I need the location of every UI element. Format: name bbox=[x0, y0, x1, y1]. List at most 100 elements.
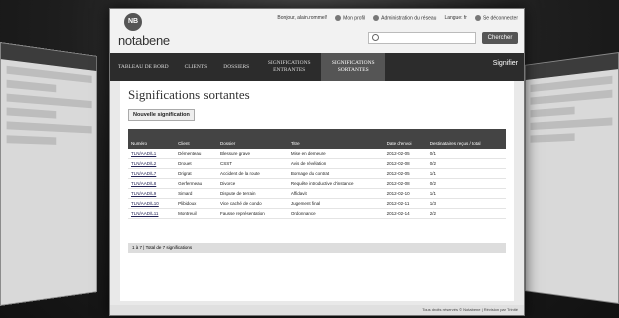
admin-link-label: Administration du réseau bbox=[381, 15, 437, 22]
language-select[interactable]: Langue: fr bbox=[444, 15, 467, 21]
column-header[interactable]: Date d'envoi bbox=[383, 129, 427, 149]
nav-significations-entrantes[interactable]: SIGNIFICATIONS ENTRANTES bbox=[257, 53, 321, 81]
table-row[interactable]: TLN/AAD/L8 Gerfermeau Divorce Requête in… bbox=[128, 178, 506, 189]
nav-tableau-de-bord[interactable]: TABLEAU DE BORD bbox=[110, 53, 177, 81]
row-titre: Mise en demeure bbox=[287, 149, 384, 159]
left-screen-row bbox=[6, 93, 92, 109]
left-screen-row bbox=[6, 121, 92, 134]
page-title: Significations sortantes bbox=[128, 87, 250, 102]
row-titre: Requête introductive d'instance bbox=[287, 178, 384, 189]
row-titre: Affidavit bbox=[287, 188, 384, 199]
right-screen-row bbox=[530, 89, 613, 105]
row-recipients: 0/2 bbox=[426, 158, 506, 169]
search-icon bbox=[372, 34, 379, 41]
significations-table: Numéro Client Dossier Titre Date d'envoi… bbox=[128, 129, 506, 219]
row-titre: Bornage du contrat bbox=[287, 168, 384, 179]
table-row[interactable]: TLN/AAD/L1 Démenteau Blessure grave Mise… bbox=[128, 149, 506, 159]
logo-text: notabene bbox=[118, 33, 170, 48]
row-titre: Avis de révélation bbox=[287, 158, 384, 169]
admin-link[interactable]: Administration du réseau bbox=[373, 15, 436, 21]
logout-link[interactable]: Se déconnecter bbox=[474, 15, 518, 22]
nav-clients[interactable]: CLIENTS bbox=[177, 53, 216, 81]
logout-link-label: Se déconnecter bbox=[482, 15, 518, 22]
row-number-link[interactable]: TLN/AAD/L1 bbox=[128, 149, 176, 159]
main-window: NB notabene Bonjour, alain.rommel! Mon p… bbox=[109, 8, 525, 316]
page-content: Significations sortantes Nouvelle signif… bbox=[120, 81, 514, 301]
column-header[interactable]: Numéro bbox=[128, 129, 176, 149]
table-header-row: Numéro Client Dossier Titre Date d'envoi… bbox=[128, 129, 506, 149]
table-row[interactable]: TLN/AAD/L9 Simard Dispute de terrain Aff… bbox=[128, 188, 506, 199]
row-recipients: 1/1 bbox=[426, 188, 506, 199]
row-titre: Jugement final bbox=[287, 198, 384, 209]
row-number-link[interactable]: TLN/AAD/L9 bbox=[128, 188, 176, 199]
table-row[interactable]: TLN/AAD/L2 Drouet CSST Avis de révélatio… bbox=[128, 158, 506, 169]
row-client: Drigrat bbox=[175, 168, 217, 179]
row-number-link[interactable]: TLN/AAD/L11 bbox=[128, 208, 176, 219]
row-number-link[interactable]: TLN/AAD/L8 bbox=[128, 178, 176, 189]
left-screen-row bbox=[6, 135, 57, 145]
table-pagination: 1 à 7 | Total de 7 significations bbox=[128, 243, 506, 253]
row-dossier: Vice caché de condo bbox=[216, 198, 288, 209]
row-date: 2012-02-05 bbox=[383, 149, 427, 159]
row-date: 2012-02-08 bbox=[383, 178, 427, 189]
row-number-link[interactable]: TLN/AAD/L10 bbox=[128, 198, 176, 209]
row-date: 2012-02-10 bbox=[383, 188, 427, 199]
row-number-link[interactable]: TLN/AAD/L7 bbox=[128, 168, 176, 179]
row-client: Montreuil bbox=[175, 208, 217, 219]
main-nav: TABLEAU DE BORD CLIENTS DOSSIERS SIGNIFI… bbox=[110, 53, 524, 81]
column-header[interactable]: Client bbox=[175, 129, 217, 149]
nav-dossiers[interactable]: DOSSIERS bbox=[215, 53, 257, 81]
row-date: 2012-02-05 bbox=[383, 168, 427, 179]
profile-link-label: Mon profil bbox=[343, 15, 366, 22]
table-row[interactable]: TLN/AAD/L10 Plibidoux Vice caché de cond… bbox=[128, 198, 506, 209]
row-client: Démenteau bbox=[175, 149, 217, 159]
left-screen-row bbox=[6, 107, 57, 119]
row-recipients: 1/1 bbox=[426, 168, 506, 179]
row-dossier: Blessure grave bbox=[216, 149, 288, 159]
row-recipients: 0/2 bbox=[426, 178, 506, 189]
row-date: 2012-02-14 bbox=[383, 208, 427, 219]
left-screen-row bbox=[6, 79, 57, 93]
row-client: Plibidoux bbox=[175, 198, 217, 209]
row-recipients: 2/2 bbox=[426, 208, 506, 219]
row-client: Drouet bbox=[175, 158, 217, 169]
signifier-button[interactable]: Signifier bbox=[493, 60, 518, 67]
new-signification-button[interactable]: Nouvelle signification bbox=[128, 109, 195, 121]
table-body: TLN/AAD/L1 Démenteau Blessure grave Mise… bbox=[128, 149, 506, 219]
row-client: Simard bbox=[175, 188, 217, 199]
row-dossier: Accident de la route bbox=[216, 168, 288, 179]
column-header[interactable]: Dossier bbox=[216, 129, 288, 149]
left-background-screen bbox=[0, 42, 98, 306]
column-header[interactable]: Titre bbox=[287, 129, 384, 149]
top-navigation: Bonjour, alain.rommel! Mon profil Admini… bbox=[277, 15, 518, 21]
row-dossier: CSST bbox=[216, 158, 288, 169]
row-dossier: Divorce bbox=[216, 178, 288, 189]
app-header: NB notabene Bonjour, alain.rommel! Mon p… bbox=[110, 9, 524, 53]
column-header[interactable]: Destinataires reçus / total bbox=[426, 129, 506, 149]
row-dossier: Fausse représentation bbox=[216, 208, 288, 219]
row-client: Gerfermeau bbox=[175, 178, 217, 189]
table-row[interactable]: TLN/AAD/L7 Drigrat Accident de la route … bbox=[128, 168, 506, 179]
row-number-link[interactable]: TLN/AAD/L2 bbox=[128, 158, 176, 169]
row-dossier: Dispute de terrain bbox=[216, 188, 288, 199]
right-screen-row bbox=[530, 117, 613, 131]
row-titre: Ordonnance bbox=[287, 208, 384, 219]
right-screen-row bbox=[530, 75, 613, 93]
profile-link[interactable]: Mon profil bbox=[335, 15, 365, 21]
row-date: 2012-02-08 bbox=[383, 158, 427, 169]
gear-icon bbox=[373, 15, 380, 21]
logout-icon bbox=[474, 15, 481, 21]
right-screen-row bbox=[530, 133, 575, 143]
user-link[interactable]: Bonjour, alain.rommel! bbox=[277, 15, 327, 21]
right-background-screen bbox=[525, 52, 619, 304]
logo-icon: NB bbox=[124, 13, 142, 31]
row-recipients: 0/1 bbox=[426, 149, 506, 159]
table-row[interactable]: TLN/AAD/L11 Montreuil Fausse représentat… bbox=[128, 208, 506, 219]
nav-significations-sortantes[interactable]: SIGNIFICATIONS SORTANTES bbox=[321, 53, 386, 81]
page-footer: Tous droits réservés © Notabene | Révisi… bbox=[110, 305, 524, 315]
search-input[interactable] bbox=[368, 32, 476, 44]
row-recipients: 1/3 bbox=[426, 198, 506, 209]
row-date: 2012-02-11 bbox=[383, 198, 427, 209]
search-button[interactable]: Chercher bbox=[482, 32, 518, 44]
user-icon bbox=[335, 15, 342, 21]
